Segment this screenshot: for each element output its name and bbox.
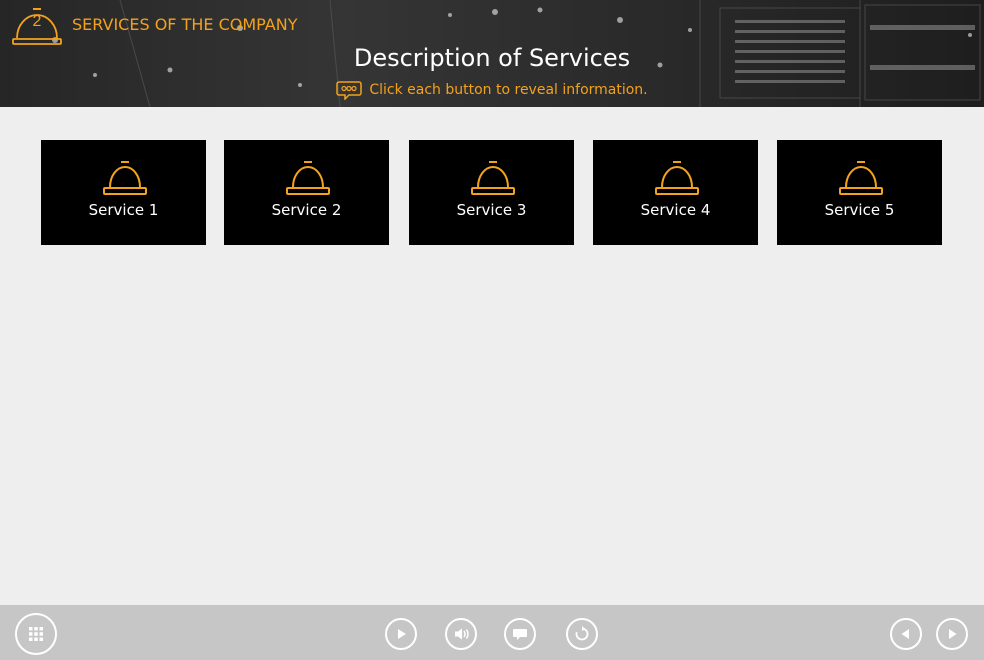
services-row: Service 1 Service 2 Service 3 Service 4 <box>41 140 942 245</box>
replay-icon <box>575 626 589 641</box>
play-icon <box>398 629 406 639</box>
volume-icon <box>455 628 469 640</box>
next-slide-button[interactable] <box>936 618 968 650</box>
replay-button[interactable] <box>566 618 598 650</box>
instruction-text: Click each button to reveal information. <box>369 82 648 98</box>
header-banner: 2 SERVICES OF THE COMPANY Description of… <box>0 0 984 107</box>
service-bell-icon <box>471 161 515 195</box>
instruction-row: Click each button to reveal information. <box>0 80 984 100</box>
service-label: Service 5 <box>824 201 895 219</box>
chapter-number: 2 <box>32 13 42 30</box>
service-button-3[interactable]: Service 3 <box>409 140 574 245</box>
service-bell-icon <box>655 161 699 195</box>
play-button[interactable] <box>385 618 417 650</box>
section-title: SERVICES OF THE COMPANY <box>72 15 298 34</box>
service-button-4[interactable]: Service 4 <box>593 140 758 245</box>
service-bell-icon <box>103 161 147 195</box>
service-button-5[interactable]: Service 5 <box>777 140 942 245</box>
next-icon <box>949 629 957 639</box>
menu-grid-icon <box>29 627 43 641</box>
previous-slide-button[interactable] <box>890 618 922 650</box>
previous-icon <box>901 629 909 639</box>
speech-bubble-icon <box>336 81 363 100</box>
service-bell-icon <box>286 161 330 195</box>
service-label: Service 2 <box>271 201 342 219</box>
service-label: Service 3 <box>456 201 527 219</box>
captions-icon <box>513 629 527 640</box>
service-bell-icon <box>839 161 883 195</box>
captions-button[interactable] <box>504 618 536 650</box>
player-controls-bar <box>0 605 984 660</box>
page-title: Description of Services <box>353 44 631 72</box>
service-label: Service 4 <box>640 201 711 219</box>
service-label: Service 1 <box>88 201 159 219</box>
volume-button[interactable] <box>445 618 477 650</box>
menu-button[interactable] <box>15 613 57 655</box>
service-button-1[interactable]: Service 1 <box>41 140 206 245</box>
service-button-2[interactable]: Service 2 <box>224 140 389 245</box>
